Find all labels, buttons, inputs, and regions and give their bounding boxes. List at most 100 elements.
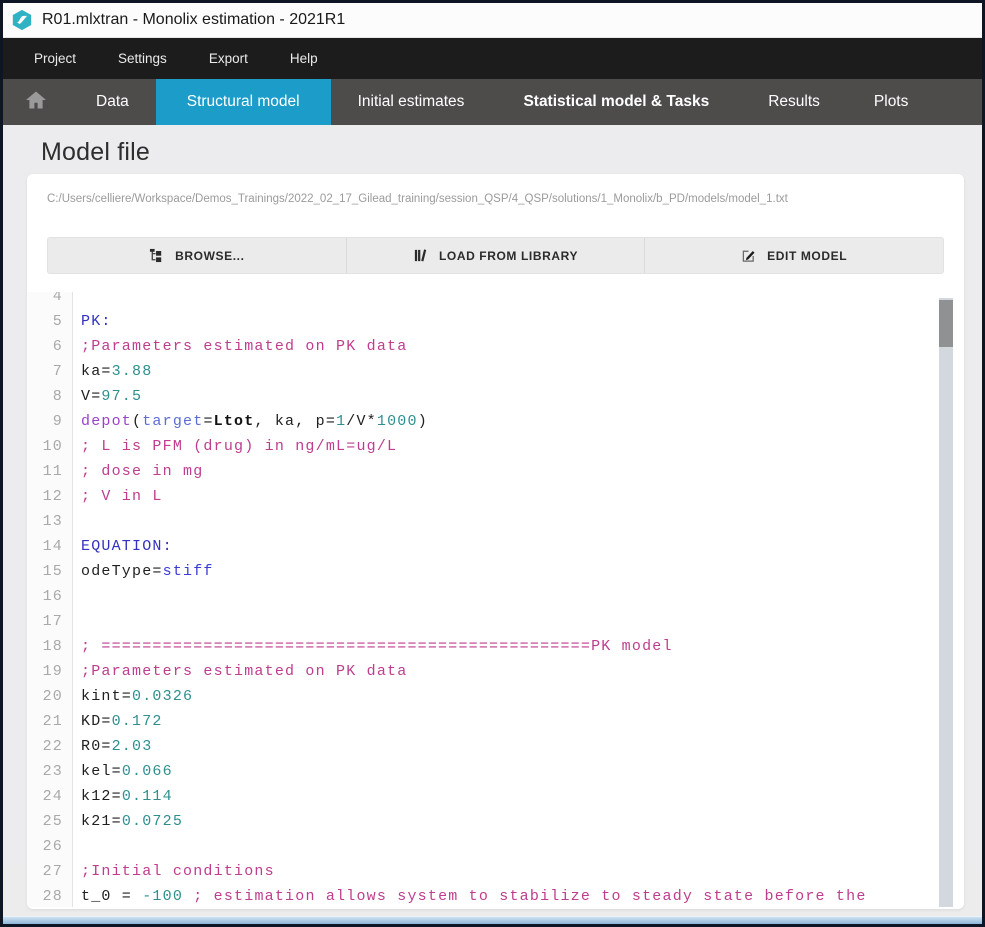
- page-content: Model file C:/Users/celliere/Workspace/D…: [3, 125, 982, 866]
- line-number: 26: [27, 834, 73, 859]
- code-text: [73, 609, 81, 634]
- code-text: [73, 584, 81, 609]
- code-text: EQUATION:: [73, 534, 173, 559]
- code-text: ;Parameters estimated on PK data: [73, 334, 407, 359]
- line-number: 6: [27, 334, 73, 359]
- model-file-card: C:/Users/celliere/Workspace/Demos_Traini…: [27, 174, 964, 909]
- code-line: 18; ====================================…: [27, 634, 964, 659]
- code-line: 11; dose in mg: [27, 459, 964, 484]
- line-number: 14: [27, 534, 73, 559]
- line-number: 16: [27, 584, 73, 609]
- scrollbar-thumb[interactable]: [939, 300, 953, 347]
- code-line: 12; V in L: [27, 484, 964, 509]
- tab-data[interactable]: Data: [69, 79, 156, 125]
- tab-home[interactable]: [3, 79, 69, 125]
- tab-plots[interactable]: Plots: [847, 79, 935, 125]
- code-line: 14EQUATION:: [27, 534, 964, 559]
- code-text: ;Parameters estimated on PK data: [73, 659, 407, 684]
- code-line: 19;Parameters estimated on PK data: [27, 659, 964, 684]
- code-line: 10; L is PFM (drug) in ng/mL=ug/L: [27, 434, 964, 459]
- tab-initial-estimates[interactable]: Initial estimates: [331, 79, 492, 125]
- home-icon: [24, 88, 48, 117]
- code-line: 28t_0 = -100 ; estimation allows system …: [27, 884, 964, 907]
- menu-item-export[interactable]: Export: [188, 38, 269, 79]
- window-bottom-frame: [3, 916, 982, 924]
- code-line: 15odeType=stiff: [27, 559, 964, 584]
- tab-bar: DataStructural modelInitial estimatesSta…: [3, 79, 982, 125]
- code-text: ; L is PFM (drug) in ng/mL=ug/L: [73, 434, 397, 459]
- window-title: R01.mlxtran - Monolix estimation - 2021R…: [42, 11, 345, 29]
- code-line: 27;Initial conditions: [27, 859, 964, 884]
- code-text: [73, 509, 81, 534]
- line-number: 28: [27, 884, 73, 907]
- code-line: 20kint=0.0326: [27, 684, 964, 709]
- browse-button-label: BROWSE...: [175, 249, 244, 263]
- model-code-editor[interactable]: 45PK:6;Parameters estimated on PK data7k…: [27, 292, 964, 907]
- code-text: PK:: [73, 309, 112, 334]
- browse-button[interactable]: BROWSE...: [48, 238, 346, 273]
- code-text: depot(target=Ltot, ka, p=1/V*1000): [73, 409, 428, 434]
- code-text: KD=0.172: [73, 709, 163, 734]
- tab-results[interactable]: Results: [741, 79, 847, 125]
- code-line: 26: [27, 834, 964, 859]
- editor-vertical-scrollbar[interactable]: [939, 298, 953, 907]
- load-from-library-button[interactable]: LOAD FROM LIBRARY: [346, 238, 645, 273]
- code-line: 21KD=0.172: [27, 709, 964, 734]
- code-text: [73, 292, 81, 309]
- line-number: 18: [27, 634, 73, 659]
- tab-statistical-model-tasks[interactable]: Statistical model & Tasks: [491, 79, 741, 125]
- code-line: 24k12=0.114: [27, 784, 964, 809]
- books-icon: [413, 248, 428, 263]
- code-text: t_0 = -100 ; estimation allows system to…: [73, 884, 867, 907]
- code-text: k21=0.0725: [73, 809, 183, 834]
- code-lines: 45PK:6;Parameters estimated on PK data7k…: [27, 292, 964, 907]
- code-text: ;Initial conditions: [73, 859, 275, 884]
- page-title: Model file: [41, 138, 982, 167]
- code-line: 9depot(target=Ltot, ka, p=1/V*1000): [27, 409, 964, 434]
- model-toolbar: BROWSE... LOAD FROM LIBRARY: [47, 237, 944, 274]
- code-line: 6;Parameters estimated on PK data: [27, 334, 964, 359]
- line-number: 4: [27, 292, 73, 309]
- line-number: 17: [27, 609, 73, 634]
- edit-model-button[interactable]: EDIT MODEL: [644, 238, 943, 273]
- code-text: [73, 834, 81, 859]
- line-number: 19: [27, 659, 73, 684]
- load-from-library-button-label: LOAD FROM LIBRARY: [439, 249, 578, 263]
- pencil-icon: [741, 248, 756, 263]
- code-text: V=97.5: [73, 384, 142, 409]
- code-line: 13: [27, 509, 964, 534]
- code-line: 8V=97.5: [27, 384, 964, 409]
- line-number: 25: [27, 809, 73, 834]
- code-line: 7ka=3.88: [27, 359, 964, 384]
- code-text: ka=3.88: [73, 359, 152, 384]
- line-number: 27: [27, 859, 73, 884]
- line-number: 8: [27, 384, 73, 409]
- line-number: 7: [27, 359, 73, 384]
- code-line: 23kel=0.066: [27, 759, 964, 784]
- line-number: 10: [27, 434, 73, 459]
- line-number: 13: [27, 509, 73, 534]
- code-text: R0=2.03: [73, 734, 152, 759]
- tree-icon: [149, 248, 164, 263]
- code-text: ; ======================================…: [73, 634, 673, 659]
- menu-item-project[interactable]: Project: [13, 38, 97, 79]
- code-text: ; V in L: [73, 484, 163, 509]
- code-line: 22R0=2.03: [27, 734, 964, 759]
- code-line: 16: [27, 584, 964, 609]
- line-number: 9: [27, 409, 73, 434]
- code-line: 4: [27, 292, 964, 309]
- line-number: 23: [27, 759, 73, 784]
- window-titlebar[interactable]: R01.mlxtran - Monolix estimation - 2021R…: [3, 3, 982, 38]
- code-text: ; dose in mg: [73, 459, 203, 484]
- tab-structural-model[interactable]: Structural model: [156, 79, 331, 125]
- line-number: 22: [27, 734, 73, 759]
- code-line: 5PK:: [27, 309, 964, 334]
- code-line: 25k21=0.0725: [27, 809, 964, 834]
- model-file-path: C:/Users/celliere/Workspace/Demos_Traini…: [27, 174, 964, 205]
- menu-item-help[interactable]: Help: [269, 38, 339, 79]
- monolix-logo-icon: [11, 9, 33, 31]
- app-window: R01.mlxtran - Monolix estimation - 2021R…: [0, 0, 985, 927]
- code-line: 17: [27, 609, 964, 634]
- menu-item-settings[interactable]: Settings: [97, 38, 188, 79]
- line-number: 11: [27, 459, 73, 484]
